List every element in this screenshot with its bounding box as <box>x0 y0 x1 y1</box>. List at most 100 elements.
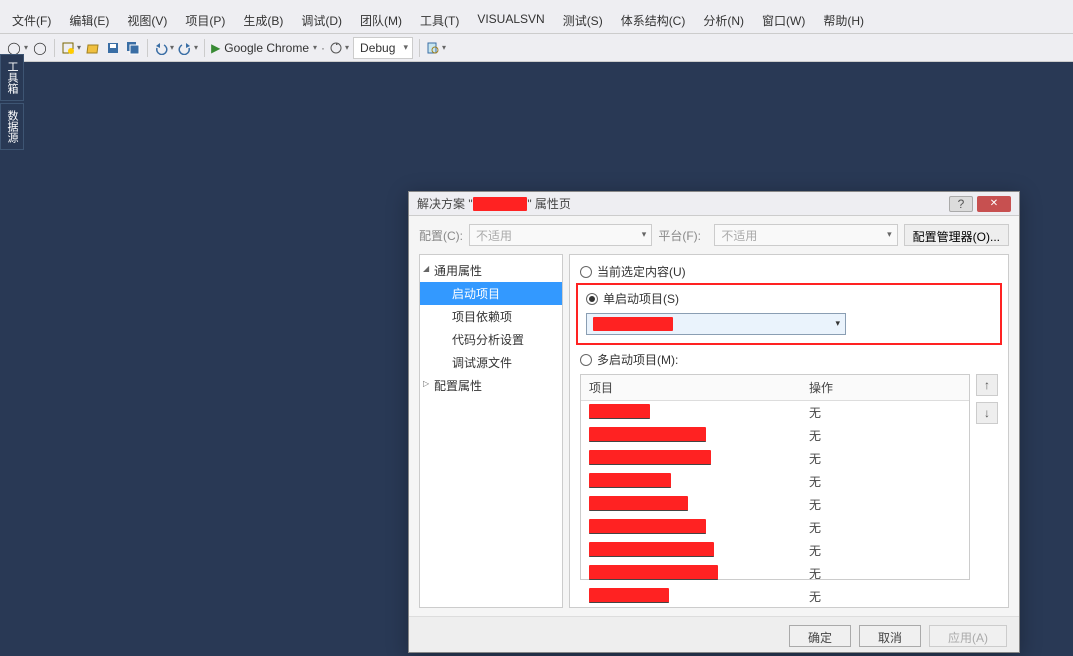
dialog-help-button[interactable]: ? <box>949 196 973 212</box>
ok-button[interactable]: 确定 <box>789 625 851 647</box>
grid-row[interactable]: Project16.DataAccess无 <box>581 447 969 470</box>
grid-cell-action: 无 <box>801 472 969 491</box>
menu-test[interactable]: 测试(S) <box>555 10 611 31</box>
menu-view[interactable]: 视图(V) <box>119 10 175 31</box>
grid-header-project[interactable]: 项目 <box>581 375 801 400</box>
menu-arch[interactable]: 体系结构(C) <box>613 10 694 31</box>
tree-debug-source[interactable]: 调试源文件 <box>420 351 562 374</box>
menu-team[interactable]: 团队(M) <box>352 10 410 31</box>
grid-cell-project: Project16.XXX <box>581 472 801 491</box>
redo-button[interactable]: ▾ <box>178 41 198 55</box>
main-menu-bar: 文件(F) 编辑(E) 视图(V) 项目(P) 生成(B) 调试(D) 团队(M… <box>0 8 1073 34</box>
platform-label: 平台(F): <box>658 227 708 244</box>
tree-config-properties[interactable]: 配置属性 <box>420 374 562 397</box>
grid-row[interactable]: Project16.Application无 <box>581 516 969 539</box>
grid-row[interactable]: Project16.Domain无 <box>581 493 969 516</box>
menu-analyze[interactable]: 分析(N) <box>695 10 752 31</box>
grid-cell-action: 无 <box>801 495 969 514</box>
redacted-project-name: Project16.Mvc <box>593 317 673 331</box>
grid-cell-project: Project16.Application <box>581 518 801 537</box>
open-icon <box>86 41 100 55</box>
sidetab-toolbox[interactable]: 工具箱 <box>0 54 24 101</box>
grid-cell-action: 无 <box>801 403 969 422</box>
save-button[interactable] <box>105 40 121 56</box>
grid-row[interactable]: Project16.Infrastructure无 <box>581 562 969 585</box>
grid-cell-project: Project16.Application <box>581 426 801 445</box>
open-file-button[interactable] <box>85 40 101 56</box>
single-startup-combo[interactable]: Project16.Mvc <box>586 313 846 335</box>
tree-project-deps[interactable]: 项目依赖项 <box>420 305 562 328</box>
radio-icon <box>580 266 592 278</box>
menu-window[interactable]: 窗口(W) <box>754 10 813 31</box>
platform-combo[interactable]: 不适用 <box>714 224 897 246</box>
grid-row[interactable]: Project16.Application无 <box>581 424 969 447</box>
grid-cell-action: 无 <box>801 449 969 468</box>
grid-row[interactable]: Project16.IDataAccess无 <box>581 539 969 562</box>
find-icon <box>426 41 440 55</box>
config-label: 配置(C): <box>419 227 463 244</box>
highlight-annotation: 单启动项目(S) Project16.Mvc <box>576 283 1002 345</box>
grid-cell-project: Project16.IDataAccess <box>581 541 801 560</box>
config-selector[interactable]: Debug <box>353 37 413 59</box>
move-up-button[interactable]: ↑ <box>976 374 998 396</box>
dialog-close-button[interactable]: ✕ <box>977 196 1011 212</box>
save-all-button[interactable] <box>125 40 141 56</box>
new-project-button[interactable]: ▾ <box>61 41 81 55</box>
option-multi-startup[interactable]: 多启动项目(M): <box>580 351 998 368</box>
cancel-button[interactable]: 取消 <box>859 625 921 647</box>
undo-button[interactable]: ▾ <box>154 41 174 55</box>
config-combo[interactable]: 不适用 <box>469 224 652 246</box>
menu-build[interactable]: 生成(B) <box>235 10 291 31</box>
grid-cell-action: 无 <box>801 541 969 560</box>
start-target-label: Google Chrome <box>224 41 309 55</box>
save-all-icon <box>126 41 140 55</box>
menu-debug[interactable]: 调试(D) <box>293 10 350 31</box>
redo-icon <box>178 41 192 55</box>
grid-row[interactable]: Project16.XXX无 <box>581 470 969 493</box>
tree-common-properties[interactable]: 通用属性 <box>420 259 562 282</box>
properties-dialog: 解决方案 "Project16" 属性页 ? ✕ 配置(C): 不适用 平台(F… <box>408 191 1020 653</box>
property-content: 当前选定内容(U) 单启动项目(S) Project16.Mvc 多启动项目(M… <box>569 254 1009 608</box>
grid-cell-project: Project16.Domain <box>581 495 801 514</box>
menu-edit[interactable]: 编辑(E) <box>61 10 117 31</box>
grid-cell-project: Project16.Infrastructure <box>581 564 801 583</box>
save-icon <box>106 41 120 55</box>
menu-file[interactable]: 文件(F) <box>4 10 59 31</box>
grid-row[interactable]: Project16.Mvc无 <box>581 585 969 608</box>
dialog-title: 解决方案 "Project16" 属性页 <box>417 195 945 212</box>
sidetab-datasource[interactable]: 数据源 <box>0 103 24 150</box>
browser-select-button[interactable]: ▾ <box>329 41 349 55</box>
tree-code-analysis[interactable]: 代码分析设置 <box>420 328 562 351</box>
config-value: Debug <box>360 41 395 55</box>
move-down-button[interactable]: ↓ <box>976 402 998 424</box>
grid-cell-action: 无 <box>801 587 969 606</box>
start-debug-button[interactable]: ▶ Google Chrome ▾ <box>211 41 317 55</box>
main-toolbar: ◯▾ ◯ ▾ ▾ ▾ ▶ Google Chrome ▾ <box>0 34 1073 62</box>
option-current-selection[interactable]: 当前选定内容(U) <box>580 263 998 280</box>
menu-project[interactable]: 项目(P) <box>177 10 233 31</box>
window-title <box>0 0 1073 8</box>
tree-startup-project[interactable]: 启动项目 <box>420 282 562 305</box>
property-tree[interactable]: 通用属性 启动项目 项目依赖项 代码分析设置 调试源文件 配置属性 <box>419 254 563 608</box>
new-project-icon <box>61 41 75 55</box>
grid-header-action[interactable]: 操作 <box>801 375 969 400</box>
menu-help[interactable]: 帮助(H) <box>815 10 872 31</box>
grid-cell-project: Project16.DataAccess <box>581 449 801 468</box>
menu-tools[interactable]: 工具(T) <box>412 10 467 31</box>
apply-button[interactable]: 应用(A) <box>929 625 1007 647</box>
dialog-titlebar[interactable]: 解决方案 "Project16" 属性页 ? ✕ <box>409 192 1019 216</box>
config-manager-button[interactable]: 配置管理器(O)... <box>904 224 1009 246</box>
refresh-icon <box>329 41 343 55</box>
option-single-startup[interactable]: 单启动项目(S) <box>586 290 992 307</box>
radio-icon <box>586 293 598 305</box>
multi-startup-grid[interactable]: 项目 操作 DBService无Project16.Application无Pr… <box>580 374 970 580</box>
nav-forward-button[interactable]: ◯ <box>32 40 48 56</box>
grid-cell-action: 无 <box>801 518 969 537</box>
grid-row[interactable]: DBService无 <box>581 401 969 424</box>
menu-visualsvn[interactable]: VISUALSVN <box>469 10 552 31</box>
grid-cell-action: 无 <box>801 564 969 583</box>
grid-cell-action: 无 <box>801 426 969 445</box>
find-in-files-button[interactable]: ▾ <box>426 41 446 55</box>
grid-cell-project: Project16.Mvc <box>581 587 801 606</box>
grid-cell-project: DBService <box>581 403 801 422</box>
